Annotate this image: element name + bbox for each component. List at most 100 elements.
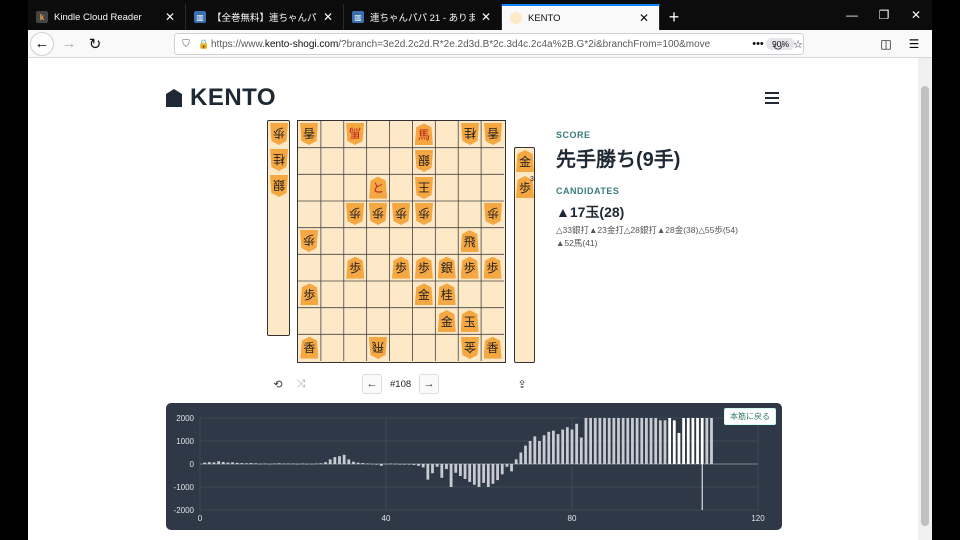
piece-label: 香 xyxy=(303,126,316,141)
chart-bar xyxy=(421,464,425,468)
tab-manga-11[interactable]: ▥ 【全巻無料】連ちゃんパパ 11 - あり ✕ xyxy=(186,4,344,30)
board-piece[interactable]: 王 xyxy=(415,177,433,199)
gote-hand-piece[interactable]: 歩 xyxy=(270,123,288,145)
bookmark-star-icon[interactable]: ☆ xyxy=(788,34,808,54)
pocket-icon[interactable]: ◡ xyxy=(768,34,788,54)
board-piece[interactable]: 歩 xyxy=(392,257,410,279)
board-piece[interactable]: 金 xyxy=(461,337,479,359)
board-piece[interactable]: 桂 xyxy=(438,283,456,305)
y-tick-label: -2000 xyxy=(174,506,195,515)
board-piece[interactable]: 歩 xyxy=(346,257,364,279)
y-tick-label: -1000 xyxy=(174,483,195,492)
chart-bar xyxy=(705,418,709,464)
board-piece[interactable]: 金 xyxy=(415,283,433,305)
score-label: SCORE xyxy=(556,130,591,140)
board-piece[interactable]: 歩 xyxy=(415,203,433,225)
best-move[interactable]: ▲17玉(28) xyxy=(556,202,816,222)
address-bar[interactable]: ⛉ 🔒 https://www.kento-shogi.com/?branch=… xyxy=(174,33,804,55)
share-icon[interactable]: ⇪ xyxy=(512,374,532,394)
close-icon[interactable]: ✕ xyxy=(163,10,177,24)
evaluation-graph[interactable]: 2000 1000 0 -1000 -2000 0 40 80 120 本筋に戻る xyxy=(166,403,782,530)
board-piece[interactable]: 香 xyxy=(484,337,502,359)
board-piece[interactable]: 飛 xyxy=(461,230,479,252)
board-piece[interactable]: 金 xyxy=(438,310,456,332)
piece-label: 金 xyxy=(518,154,531,169)
tab-kento[interactable]: KENTO ✕ xyxy=(502,4,660,30)
hamburger-menu-icon[interactable] xyxy=(765,92,779,107)
restore-icon[interactable]: ❐ xyxy=(868,0,900,30)
url-text[interactable]: https://www.kento-shogi.com/?branch=3e2d… xyxy=(211,39,766,50)
board-piece[interactable]: 歩 xyxy=(484,257,502,279)
window-close-icon[interactable]: ✕ xyxy=(900,0,932,30)
board-piece[interactable]: 香 xyxy=(300,337,318,359)
page-scrollbar[interactable] xyxy=(918,58,932,540)
gote-hand-piece[interactable]: 桂 xyxy=(270,149,288,171)
lock-icon[interactable]: 🔒 xyxy=(197,39,211,50)
chart-bar xyxy=(547,431,551,464)
url-actions: ••• ◡ ☆ xyxy=(748,34,808,54)
shogi-board[interactable]: 香馬馬桂香銀と王歩歩歩歩歩歩飛歩歩歩銀歩歩歩金桂金玉香飛金香 xyxy=(297,120,506,363)
chart-bar xyxy=(668,418,672,464)
close-icon[interactable]: ✕ xyxy=(321,10,335,24)
chart-bar xyxy=(607,418,611,464)
board-piece[interactable]: 馬 xyxy=(346,123,364,145)
board-piece[interactable]: 歩 xyxy=(392,203,410,225)
chart-bar xyxy=(440,464,444,478)
gote-hand-piece[interactable]: 銀 xyxy=(270,175,288,197)
board-piece[interactable]: 玉 xyxy=(461,310,479,332)
sidebar-icon[interactable]: ◫ xyxy=(872,34,900,54)
flip-board-icon[interactable]: ⟲ xyxy=(268,374,288,394)
tab-manga-21[interactable]: ▥ 連ちゃんパパ 21 - ありま猛 | 無料 ✕ xyxy=(344,4,502,30)
shuffle-icon[interactable]: ⤨ xyxy=(291,374,311,394)
tab-label: KENTO xyxy=(528,12,561,24)
return-to-mainline-button[interactable]: 本筋に戻る xyxy=(724,408,776,425)
board-piece[interactable]: 飛 xyxy=(369,337,387,359)
chart-bar xyxy=(617,418,620,464)
board-piece[interactable]: と xyxy=(369,177,387,199)
close-icon[interactable]: ✕ xyxy=(637,11,651,25)
board-piece[interactable]: 銀 xyxy=(438,257,456,279)
piece-label: 香 xyxy=(486,341,499,356)
prev-move-button[interactable]: ← xyxy=(362,374,382,394)
next-move-button[interactable]: → xyxy=(419,374,440,394)
board-piece[interactable]: 桂 xyxy=(461,123,479,145)
chart-bar xyxy=(370,463,374,465)
minimize-icon[interactable]: — xyxy=(836,0,868,30)
close-icon[interactable]: ✕ xyxy=(479,10,493,24)
chart-bar xyxy=(245,463,248,464)
board-piece[interactable]: 歩 xyxy=(300,283,318,305)
chart-bar xyxy=(203,462,207,464)
board-piece[interactable]: 歩 xyxy=(300,230,318,252)
board-piece[interactable]: 香 xyxy=(484,123,502,145)
board-piece[interactable]: 香 xyxy=(300,123,318,145)
chart-bar xyxy=(342,454,346,464)
tab-kindle[interactable]: k Kindle Cloud Reader ✕ xyxy=(28,4,186,30)
board-piece[interactable]: 歩 xyxy=(484,203,502,225)
board-piece[interactable]: 馬 xyxy=(415,123,433,145)
board-piece[interactable]: 銀 xyxy=(415,150,433,172)
chart-bar xyxy=(542,435,546,464)
chart-bar xyxy=(491,464,495,484)
board-piece[interactable]: 歩 xyxy=(369,203,387,225)
scrollbar-thumb[interactable] xyxy=(921,86,929,526)
piece-label: 金 xyxy=(417,287,430,302)
kento-logo[interactable]: KENTO xyxy=(166,84,276,112)
alt-line-1[interactable]: △33銀打▲23金打△28銀打▲28金(38)△55歩(54) xyxy=(556,224,816,237)
back-button[interactable]: ← xyxy=(30,31,54,56)
board-piece[interactable]: 歩 xyxy=(346,203,364,225)
more-actions-icon[interactable]: ••• xyxy=(748,34,768,54)
sente-hand-piece[interactable]: 金 xyxy=(516,150,534,172)
menu-icon[interactable]: ☰ xyxy=(900,34,928,54)
board-piece[interactable]: 歩 xyxy=(461,257,479,279)
chart-bar xyxy=(496,464,499,481)
piece-label: 歩 xyxy=(486,206,499,221)
forward-button[interactable]: → xyxy=(56,31,82,57)
board-piece[interactable]: 歩 xyxy=(415,257,433,279)
alt-line-2[interactable]: ▲52馬(41) xyxy=(556,237,816,250)
shield-icon[interactable]: ⛉ xyxy=(175,39,197,50)
new-tab-button[interactable]: + xyxy=(660,4,688,30)
chart-bar xyxy=(314,463,318,465)
reload-button[interactable]: ↻ xyxy=(82,31,108,57)
evaluation-chart[interactable]: 200010000-1000-20000 40 80 120 xyxy=(166,403,782,530)
nav-bar: ← → ↻ ⛉ 🔒 https://www.kento-shogi.com/?b… xyxy=(28,30,932,58)
